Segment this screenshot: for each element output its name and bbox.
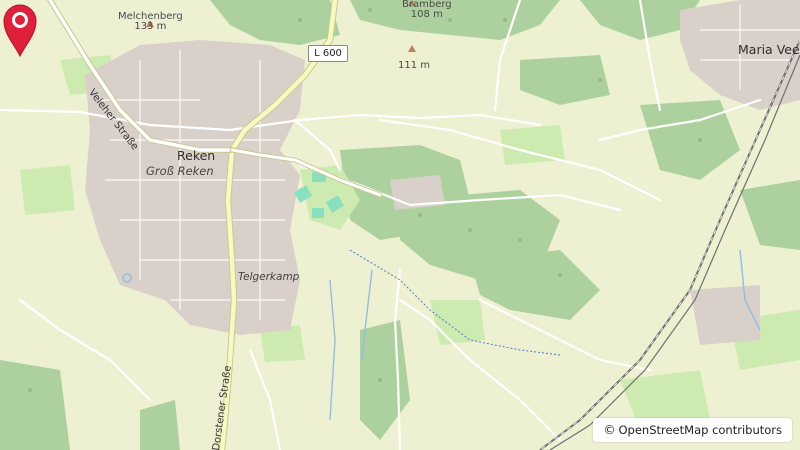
- place-label-melchenberg: Melchenberg 133 m: [118, 11, 183, 32]
- copyright-icon: ©: [603, 423, 616, 437]
- place-label-reken: Reken: [177, 148, 216, 163]
- elevation-label-peak: 111 m: [398, 60, 431, 71]
- road-shield-l600: L 600: [308, 45, 348, 62]
- place-label-telgerkamp: Telgerkamp: [238, 271, 300, 283]
- elevation-label: 108 m: [410, 9, 443, 20]
- elevation-label: 133 m: [134, 21, 167, 32]
- place-label-gross-reken: Groß Reken: [146, 164, 214, 178]
- attribution-box[interactable]: © OpenStreetMap contributors: [593, 418, 792, 442]
- place-label-maria-veen: Maria Veen: [738, 42, 800, 57]
- place-label-bramberg: Bramberg 108 m: [402, 0, 452, 20]
- attribution-link[interactable]: OpenStreetMap contributors: [618, 423, 782, 437]
- location-marker-icon[interactable]: [0, 0, 40, 58]
- map-canvas[interactable]: Melchenberg 133 m Bramberg 108 m 111 m L…: [0, 0, 800, 450]
